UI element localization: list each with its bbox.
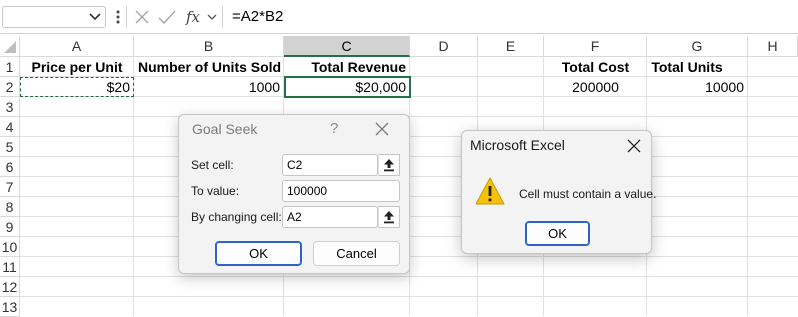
message-text: Cell must contain a value.: [519, 187, 657, 201]
cell-b1[interactable]: Number of Units Sold: [134, 57, 284, 77]
goal-seek-ok-button[interactable]: OK: [215, 241, 302, 266]
row-header-8[interactable]: 8: [0, 197, 20, 217]
enter-formula-icon[interactable]: [158, 9, 176, 25]
set-cell-ref-button[interactable]: [378, 154, 400, 176]
column-header-c[interactable]: C: [284, 36, 410, 57]
cell-f1[interactable]: Total Cost: [544, 57, 647, 77]
row-header-3[interactable]: 3: [0, 97, 20, 117]
row-header-5[interactable]: 5: [0, 137, 20, 157]
row-header-10[interactable]: 10: [0, 237, 20, 257]
to-value-label: To value:: [191, 184, 240, 198]
row-header-2[interactable]: 2: [0, 77, 20, 97]
chevron-down-icon[interactable]: [88, 9, 102, 23]
cell-f2[interactable]: 200000: [544, 77, 647, 97]
formula-input[interactable]: =A2*B2: [232, 7, 532, 27]
cell-g1[interactable]: Total Units: [647, 57, 727, 77]
select-all-triangle-icon: [4, 41, 16, 53]
formula-bar-divider: [222, 6, 223, 28]
cell-g2[interactable]: 10000: [647, 77, 748, 97]
more-options-icon[interactable]: [114, 8, 122, 26]
close-icon[interactable]: [627, 139, 641, 153]
chevron-down-icon[interactable]: [206, 10, 218, 24]
row-header-4[interactable]: 4: [0, 117, 20, 137]
cell-c1[interactable]: Total Revenue: [284, 57, 410, 77]
row-header-7[interactable]: 7: [0, 177, 20, 197]
column-header-g[interactable]: G: [647, 36, 748, 57]
gridline: [20, 296, 798, 297]
message-box-ok-button[interactable]: OK: [525, 221, 590, 246]
message-box-title: Microsoft Excel: [470, 137, 565, 153]
to-value-input[interactable]: 100000: [282, 180, 400, 202]
cell-b2[interactable]: 1000: [134, 77, 284, 97]
changing-cell-input[interactable]: A2: [282, 206, 378, 228]
column-header-b[interactable]: B: [134, 36, 284, 57]
collapse-dialog-icon: [384, 159, 394, 172]
copy-marquee-a2: [20, 77, 134, 97]
column-header-h[interactable]: H: [748, 36, 798, 57]
name-box-value: [3, 8, 7, 23]
collapse-dialog-icon: [384, 211, 394, 224]
set-cell-input[interactable]: C2: [282, 154, 378, 176]
row-header-13[interactable]: 13: [0, 297, 20, 317]
goal-seek-title: Goal Seek: [192, 121, 258, 137]
formula-bar-divider: [126, 6, 127, 28]
goal-seek-cancel-button[interactable]: Cancel: [313, 241, 400, 266]
active-cell-border: [284, 76, 411, 98]
gridline: [20, 276, 798, 277]
row-header-6[interactable]: 6: [0, 157, 20, 177]
changing-cell-ref-button[interactable]: [378, 206, 400, 228]
help-button[interactable]: ?: [330, 120, 338, 137]
insert-function-button[interactable]: fx: [186, 7, 208, 27]
column-header-f[interactable]: F: [544, 36, 647, 57]
column-header-e[interactable]: E: [478, 36, 544, 57]
row-header-9[interactable]: 9: [0, 217, 20, 237]
row-header-11[interactable]: 11: [0, 257, 20, 277]
column-header-d[interactable]: D: [410, 36, 478, 57]
column-header-a[interactable]: A: [20, 36, 134, 57]
close-icon[interactable]: [375, 122, 389, 136]
changing-cell-label: By changing cell:: [191, 210, 282, 224]
warning-icon: [475, 177, 505, 205]
set-cell-label: Set cell:: [191, 158, 234, 172]
cell-a1[interactable]: Price per Unit: [20, 57, 134, 77]
row-header-1[interactable]: 1: [0, 57, 20, 77]
cancel-formula-icon[interactable]: [134, 9, 150, 25]
row-header-12[interactable]: 12: [0, 277, 20, 297]
